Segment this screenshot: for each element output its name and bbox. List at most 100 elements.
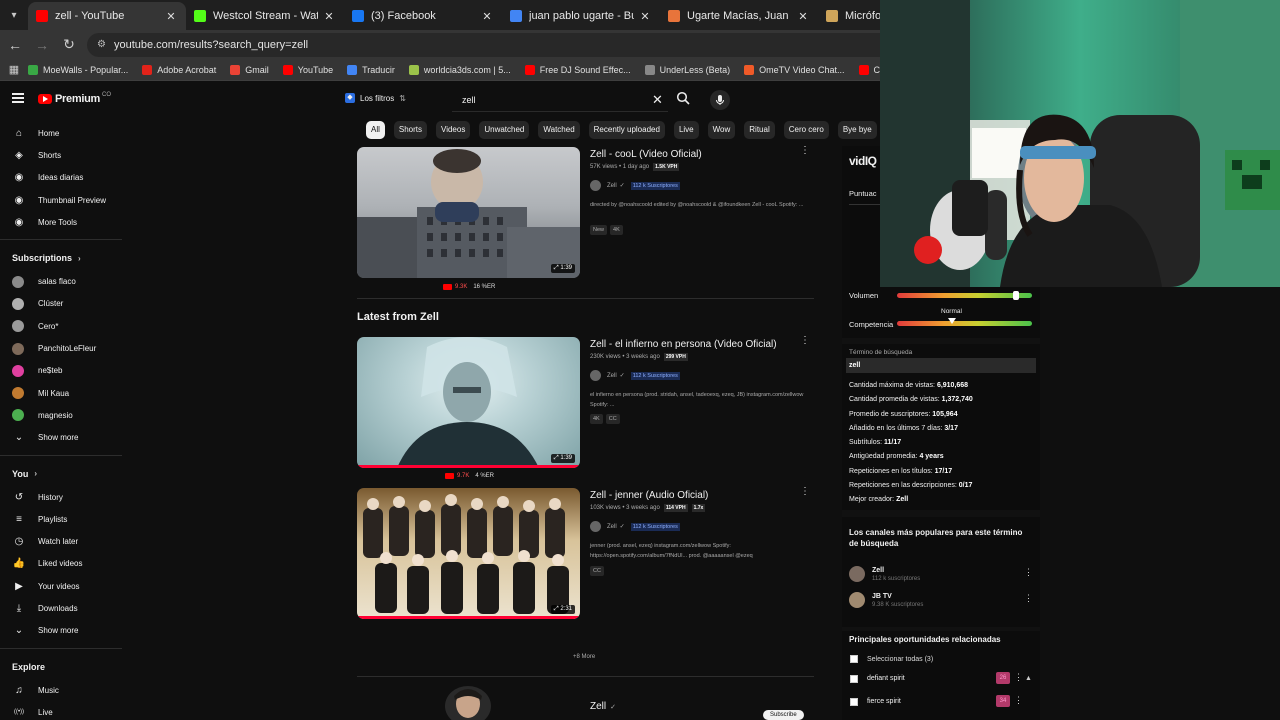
channel-name[interactable]: Zell [872,567,920,574]
youtube-premium-logo[interactable]: Premium CO [38,92,111,105]
more-options-icon[interactable]: ⋮ [800,336,810,346]
bookmark-item[interactable]: Gmail [230,64,269,75]
channel-name[interactable]: Zell [607,183,617,189]
filter-chip[interactable]: Recently uploaded [588,121,665,139]
channel-result-title[interactable]: Zell ✓ [590,701,616,712]
you-heading[interactable]: You › [0,462,122,486]
sidebar-item-live[interactable]: ((•)) Live [0,701,122,720]
sidebar-item-shorts[interactable]: ◈ Shorts [0,144,122,166]
more-options-icon[interactable]: ⋮ [1024,593,1033,604]
clear-search-icon[interactable]: ✕ [652,92,663,108]
sidebar-item-downloads[interactable]: ⤓ Downloads [0,597,122,619]
forward-icon[interactable]: → [30,37,54,53]
filter-chip[interactable]: Cero cero [783,121,829,139]
video-title[interactable]: Zell - el infierno en persona (Video Ofi… [590,339,777,350]
back-icon[interactable]: ← [3,37,27,53]
bookmark-item[interactable]: OmeTV Video Chat... [744,64,845,75]
subscribe-button[interactable]: Subscribe [763,710,804,720]
opportunity-row[interactable]: fierce spirit 34 ⋮ [842,690,1040,713]
channel-avatar[interactable] [590,521,601,532]
subscription-item[interactable]: magnesio [0,404,122,426]
tab-close-icon[interactable]: ✕ [164,10,178,23]
menu-icon[interactable] [12,93,24,103]
channel-name[interactable]: JB TV [872,593,923,600]
sidebar-item-your-videos[interactable]: ▶ Your videos [0,575,122,597]
sidebar-item-more-tools[interactable]: ◉ More Tools [0,211,122,233]
popular-channel-row[interactable]: JB TV 9.38 K suscriptores ⋮ [842,587,1040,613]
sidebar-item-music[interactable]: ♫ Music [0,679,122,701]
show-more-you[interactable]: ⌄ Show more [0,620,122,642]
subscription-item[interactable]: Mil Kaua [0,382,122,404]
more-options-icon[interactable]: ⋮ [800,487,810,497]
search-icon[interactable] [676,91,690,105]
browser-tab[interactable]: juan pablo ugarte - Buscar con ✕ [502,2,660,30]
search-input[interactable]: zell [452,90,668,112]
site-info-icon[interactable]: ⚙ [97,39,106,50]
sidebar-item-thumbnail-preview[interactable]: ◉ Thumbnail Preview [0,189,122,211]
subscription-item[interactable]: Clúster [0,293,122,315]
filter-chip[interactable]: Live [673,121,699,139]
video-result[interactable]: ⤢ 1:39 Zell - cooL (Video Oficial) 57K v… [357,146,817,297]
channel-info[interactable]: Zell ✓ 112 k Suscriptores [590,370,680,381]
browser-tab[interactable]: Westcol Stream - Watch Live on ✕ [186,2,344,30]
more-options-icon[interactable]: ⋮ [1014,672,1023,683]
sidebar-item-watch-later[interactable]: ◷ Watch later [0,530,122,552]
filters-button[interactable]: ◆ Los filtros ⇅ [345,93,406,103]
sidebar-item-playlists[interactable]: ≡ Playlists [0,508,122,530]
video-thumbnail[interactable]: ⤢ 1:39 [357,337,580,468]
tab-close-icon[interactable]: ✕ [796,10,810,23]
subscription-item[interactable]: Cero* [0,315,122,337]
select-all-checkbox[interactable] [850,655,858,663]
subscription-item[interactable]: ne$teb [0,360,122,382]
sidebar-item-liked-videos[interactable]: 👍 Liked videos [0,553,122,575]
browser-tab[interactable]: zell - YouTube ✕ [28,2,186,30]
filter-chip[interactable]: Videos [436,121,471,139]
bookmark-item[interactable]: MoeWalls - Popular... [28,64,128,75]
reload-icon[interactable]: ↻ [57,36,81,53]
subscription-item[interactable]: PanchitoLeFleur [0,337,122,359]
video-result[interactable]: ⤢ 1:39 Zell - el infierno en persona (Vi… [357,336,817,482]
show-more-subscriptions[interactable]: ⌄ Show more [0,427,122,449]
channel-avatar[interactable] [849,592,865,608]
opportunity-checkbox[interactable] [850,674,858,683]
video-title[interactable]: Zell - cooL (Video Oficial) [590,149,702,160]
channel-avatar[interactable] [590,180,601,191]
select-all-row[interactable]: Seleccionar todas (3) [842,644,1040,663]
filter-chip[interactable]: Unwatched [479,121,530,139]
channel-info[interactable]: Zell ✓ 112 k Suscriptores [590,180,680,191]
subscriptions-heading[interactable]: Subscriptions › [0,246,122,270]
browser-tab[interactable]: Ugarte Macías, Juan Pablo ✕ [660,2,818,30]
filter-chip[interactable]: Shorts [393,121,428,139]
channel-result-name[interactable]: Zell [590,701,606,712]
filter-chip[interactable]: Ritual [744,121,775,139]
tab-search-icon[interactable]: ▾ [0,0,28,30]
sidebar-item-home[interactable]: ⌂ Home [0,122,122,144]
channel-name[interactable]: Zell [607,524,617,530]
scroll-up-icon[interactable]: ▲ [1025,675,1032,682]
video-thumbnail[interactable]: ⤢ 2:31 [357,488,580,619]
sidebar-item-history[interactable]: ↺ History [0,486,122,508]
channel-avatar[interactable] [590,370,601,381]
tab-close-icon[interactable]: ✕ [638,10,652,23]
bookmark-item[interactable]: Adobe Acrobat [142,64,216,75]
bookmark-item[interactable]: Traducir [347,64,395,75]
filter-chip[interactable]: Wow [707,121,736,139]
video-result[interactable]: ⤢ 2:31 Zell - jenner (Audio Oficial) 103… [357,487,817,623]
bookmark-item[interactable]: Free DJ Sound Effec... [524,64,631,75]
video-title[interactable]: Zell - jenner (Audio Oficial) [590,490,708,501]
filter-chip[interactable]: All [366,121,385,139]
more-options-icon[interactable]: ⋮ [1024,567,1033,578]
video-thumbnail[interactable]: ⤢ 1:39 [357,147,580,278]
apps-grid-icon[interactable]: ▦ [0,63,28,76]
more-options-icon[interactable]: ⋮ [1014,695,1023,706]
popular-channel-row[interactable]: Zell 112 k suscriptores ⋮ [842,561,1040,587]
channel-info[interactable]: Zell ✓ 112 k Suscriptores [590,521,680,532]
channel-name[interactable]: Zell [607,373,617,379]
bookmark-item[interactable]: YouTube [282,64,333,75]
bookmark-item[interactable]: worldcia3ds.com | 5... [408,64,511,75]
sidebar-item-ideas-diarias[interactable]: ◉ Ideas diarias [0,167,122,189]
tab-close-icon[interactable]: ✕ [480,10,494,23]
channel-avatar-large[interactable] [445,686,491,720]
filter-chip[interactable]: Watched [538,121,580,139]
more-link[interactable]: +8 More [573,654,595,660]
